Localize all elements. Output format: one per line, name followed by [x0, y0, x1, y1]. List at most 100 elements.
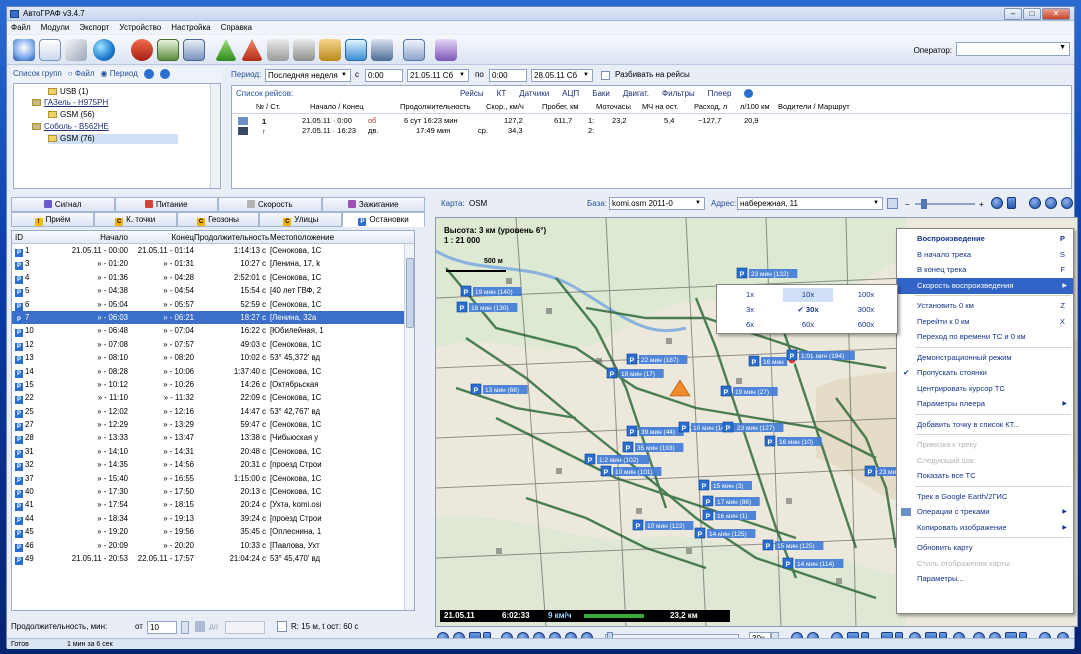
- context-menu-item[interactable]: Скорость воспроизведения ▶: [897, 277, 1073, 294]
- from-time-input[interactable]: 0:00: [365, 69, 403, 82]
- map-view[interactable]: P 23 мин (132) P 19 мин (140) P 18 мин (130) P…: [435, 217, 1078, 627]
- table-row[interactable]: P 41 » - 17:54 » - 18:15 20:24 с [Ухта, komi.…: [12, 498, 414, 512]
- context-menu-item[interactable]: Параметры плеера ▶: [897, 396, 1073, 412]
- table-icon[interactable]: [183, 39, 205, 61]
- context-menu-item[interactable]: Копировать изображение ▶: [897, 520, 1073, 536]
- menu-help[interactable]: Справка: [221, 22, 252, 34]
- map-stop-marker[interactable]: P 19 мин (140): [460, 285, 522, 297]
- tab-speed[interactable]: Скорость: [218, 197, 322, 212]
- tab-streets[interactable]: C Улицы: [259, 212, 343, 227]
- split-trips-checkbox[interactable]: [601, 71, 610, 80]
- document-icon[interactable]: [39, 39, 61, 61]
- table-row[interactable]: P 49 21.05.11 - 20:53 22.05.11 - 17:57 21:04…: [12, 552, 414, 565]
- col-location[interactable]: Местоположение: [266, 231, 400, 243]
- tab-sensors[interactable]: Датчики: [519, 89, 549, 98]
- tab-adc[interactable]: АЦП: [562, 89, 579, 98]
- context-menu-item[interactable]: В начало трека S: [897, 247, 1073, 263]
- collapse-icon[interactable]: [159, 69, 170, 79]
- tree-item-gsm56[interactable]: GSM (56): [48, 110, 95, 120]
- open-icon[interactable]: [13, 39, 35, 61]
- menu-settings[interactable]: Настройка: [171, 22, 210, 34]
- route-start-icon[interactable]: [215, 39, 237, 61]
- tree-item-gsm76[interactable]: GSM (76): [48, 134, 178, 144]
- speed-option[interactable]: ✔ 30x: [783, 303, 833, 317]
- table-row[interactable]: P 1 21.05.11 - 00:00 21.05.11 - 01:14 1:14:1…: [12, 244, 414, 257]
- fuel-icon[interactable]: [319, 39, 341, 61]
- col-end[interactable]: Конец: [128, 231, 194, 243]
- context-menu-item[interactable]: Демонстрационный режим: [897, 350, 1073, 366]
- table-row[interactable]: P 3 » - 01:20 » - 01:31 10:27 с [Ленина, 17, …: [12, 257, 414, 271]
- tab-checkpoints[interactable]: КТ: [497, 89, 507, 98]
- table-row[interactable]: P 44 » - 18:34 » - 19:13 39:24 с [проезд Стро…: [12, 512, 414, 525]
- tab-engine[interactable]: Двигат.: [623, 89, 649, 98]
- pie-chart-icon[interactable]: [131, 39, 153, 61]
- tab-filters[interactable]: Фильтры: [662, 89, 695, 98]
- table-row[interactable]: P 4 » - 01:36 » - 04:28 2:52:01 с [Сенокова, …: [12, 271, 414, 284]
- report-icon[interactable]: [345, 39, 367, 61]
- tab-stops[interactable]: P Остановки: [342, 212, 425, 227]
- address-go-button[interactable]: [887, 198, 898, 209]
- speed-option[interactable]: 60x: [783, 318, 833, 332]
- layers-icon[interactable]: [267, 39, 289, 61]
- table-row[interactable]: P 31 » - 14:10 » - 14:31 20:48 с [Сенокова, 1…: [12, 445, 414, 458]
- menu-modules[interactable]: Модули: [41, 22, 70, 34]
- menu-export[interactable]: Экспорт: [79, 22, 109, 34]
- table-row[interactable]: P 22 » - 11:10 » - 11:32 22:09 с [Сенокова, 1…: [12, 391, 414, 405]
- context-menu-item[interactable]: Операции с треками ▶: [897, 504, 1073, 520]
- context-menu-item[interactable]: Центрировать курсор ТС: [897, 381, 1073, 397]
- table-row[interactable]: P 7 » - 06:03 » - 06:21 18:27 с [Ленина, 32а: [12, 310, 414, 325]
- zoom-in-icon[interactable]: +: [979, 196, 984, 214]
- tab-geozones[interactable]: C Геозоны: [176, 212, 260, 227]
- tab-player[interactable]: Плеер: [708, 89, 732, 98]
- operator-select[interactable]: ▼: [956, 42, 1070, 56]
- col-id[interactable]: ID: [12, 231, 56, 243]
- table-row[interactable]: P 14 » - 08:28 » - 10:06 1:37:40 с [Сенокова,…: [12, 365, 414, 378]
- table-row[interactable]: P 27 » - 12:29 » - 13:29 59:47 с [Сенокова, 1…: [12, 418, 414, 432]
- route-end-icon[interactable]: [241, 39, 263, 61]
- col-duration[interactable]: Продолжительность: [194, 231, 269, 243]
- context-menu-item[interactable]: Обновить карту: [897, 540, 1073, 556]
- table-row[interactable]: P 45 » - 19:20 » - 19:56 35:45 с [Оплеснина, …: [12, 525, 414, 539]
- filter-to-checkbox[interactable]: [195, 621, 205, 632]
- map-stop-marker[interactable]: P 16 мин: [748, 355, 788, 367]
- context-menu-item[interactable]: Добавить точку в список КТ...: [897, 417, 1073, 433]
- context-menu-item[interactable]: Показать все ТС: [897, 468, 1073, 484]
- context-menu-item[interactable]: Установить 0 км Z: [897, 298, 1073, 314]
- map-tools-dropdown[interactable]: [1007, 197, 1016, 209]
- map-source[interactable]: OSM: [469, 195, 487, 213]
- tab-reception[interactable]: ! Приём: [11, 212, 94, 227]
- to-time-input[interactable]: 0:00: [489, 69, 527, 82]
- speed-option[interactable]: 300x: [841, 303, 891, 317]
- map-stop-marker[interactable]: P 23 мин (132): [736, 267, 798, 279]
- map-stop-marker[interactable]: P 15 мин (125): [762, 539, 824, 551]
- scrollbar-thumb[interactable]: [406, 258, 414, 328]
- table-row[interactable]: P 13 » - 08:10 » - 08:20 10:02 с 53° 45,372' …: [12, 351, 414, 365]
- satellite-icon[interactable]: [65, 39, 87, 61]
- map-stop-marker[interactable]: P 15 мин (3): [698, 479, 752, 491]
- tree-scrollbar[interactable]: [210, 84, 220, 188]
- refresh-icon[interactable]: [143, 69, 154, 79]
- menu-file[interactable]: Файл: [11, 22, 31, 34]
- speed-option[interactable]: 10x: [783, 288, 833, 302]
- grid-settings-icon[interactable]: [403, 39, 425, 61]
- truck-icon[interactable]: [371, 39, 393, 61]
- table-row[interactable]: P 40 » - 17:30 » - 17:50 20:13 с [Сенокова, 1…: [12, 485, 414, 499]
- table-row[interactable]: P 32 » - 14:35 » - 14:56 20:31 с [проезд Стро…: [12, 458, 414, 472]
- map-stop-marker[interactable]: P 14 мин (114): [782, 557, 844, 569]
- tab-tanks[interactable]: Баки: [592, 89, 610, 98]
- map-stop-marker[interactable]: P 16 мин (10): [764, 435, 822, 447]
- map-stop-marker[interactable]: P 13 мин (66): [470, 383, 528, 395]
- map-layers-icon[interactable]: [1029, 197, 1041, 209]
- close-button[interactable]: ✕: [1042, 8, 1070, 20]
- speed-option[interactable]: 100x: [841, 288, 891, 302]
- tab-trips[interactable]: Рейсы: [460, 89, 484, 98]
- speed-option[interactable]: 600x: [841, 318, 891, 332]
- tab-checkpoints-list[interactable]: C К. точки: [93, 212, 177, 227]
- map-stop-marker[interactable]: P 18 мин (17): [606, 367, 664, 379]
- table-row[interactable]: P 46 » - 20:09 » - 20:20 10:33 с [Павлова, Ух…: [12, 539, 414, 552]
- mode-period-radio[interactable]: ◉ Период: [101, 67, 138, 81]
- context-menu-item[interactable]: Пропускать стоянки ✔: [897, 365, 1073, 381]
- tree-item-gazel[interactable]: ГАЗель - Н975РН: [32, 98, 108, 108]
- speed-option[interactable]: 3x: [725, 303, 775, 317]
- col-start[interactable]: Начало: [56, 231, 128, 243]
